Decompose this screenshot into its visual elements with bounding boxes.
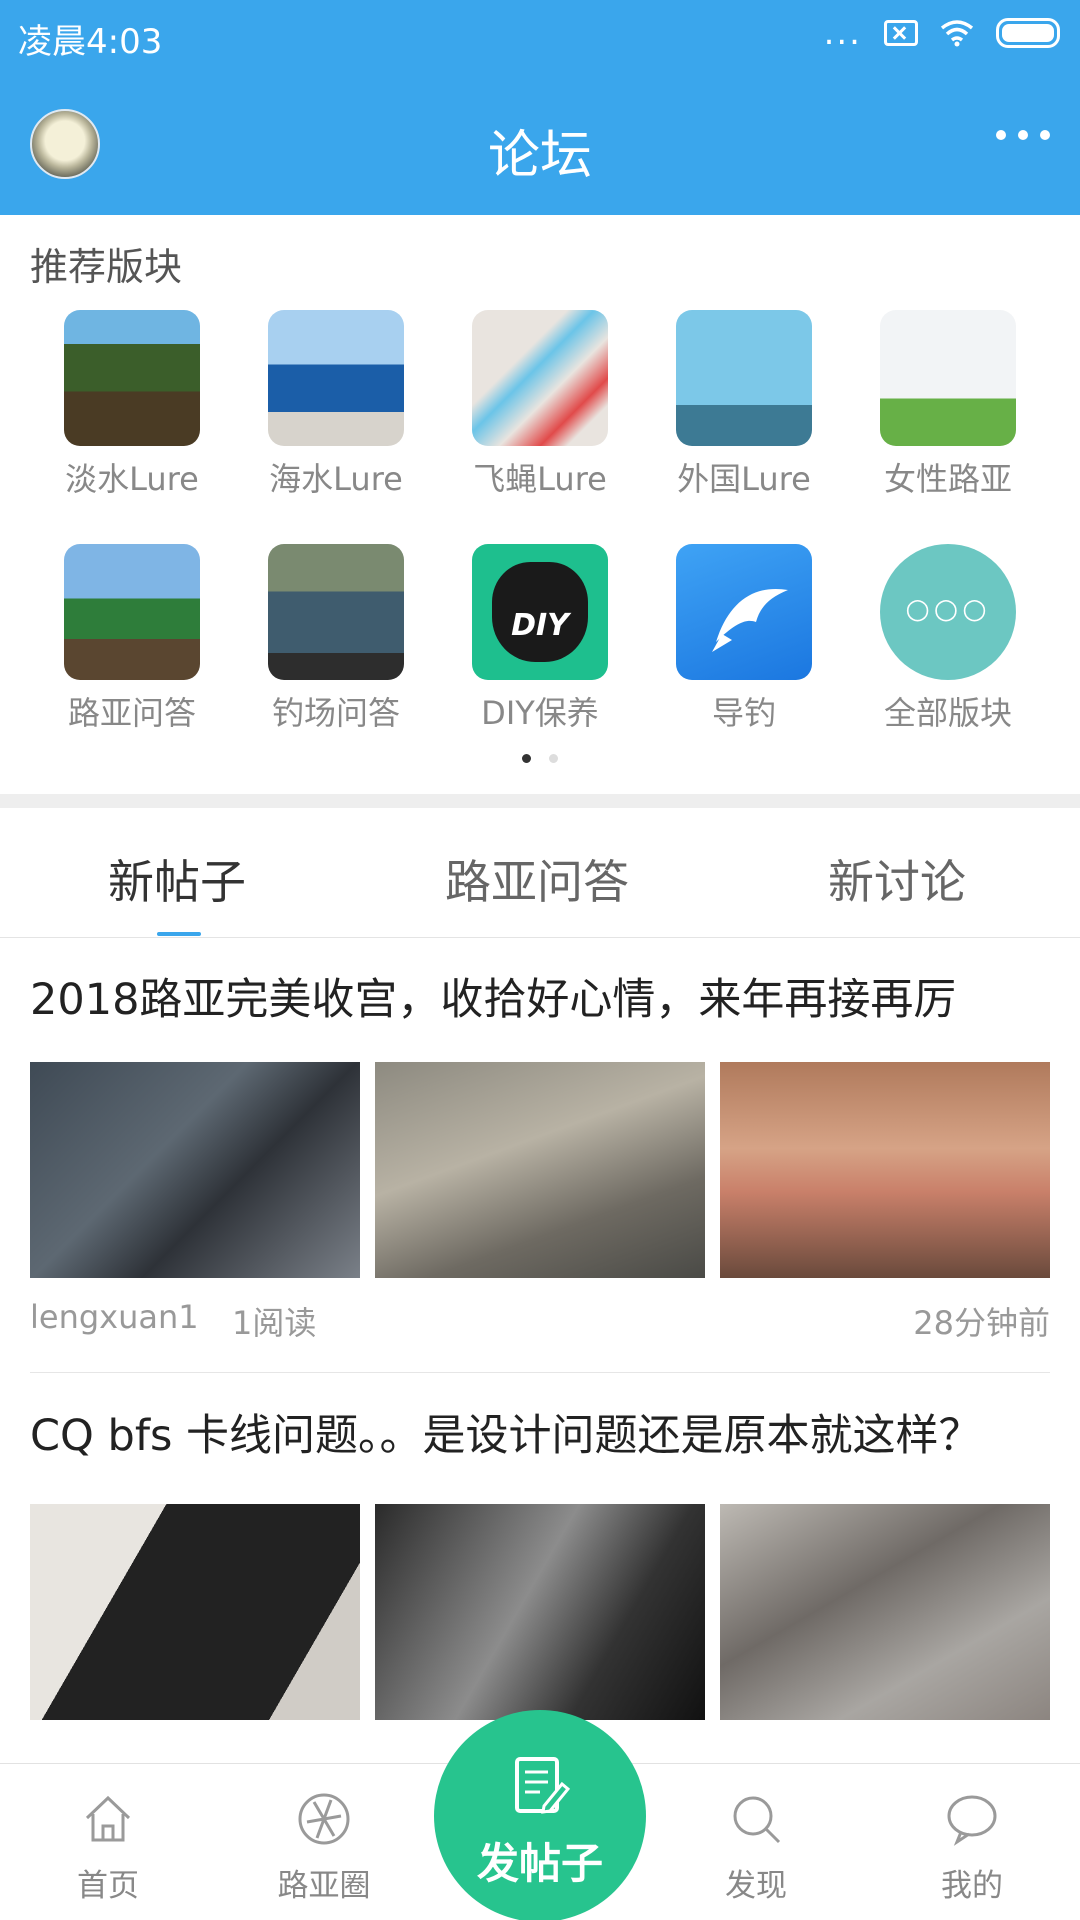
aperture-icon	[297, 1792, 351, 1846]
page-dot	[549, 754, 558, 763]
home-icon	[81, 1792, 135, 1846]
nav-label: 发现	[725, 1868, 787, 1904]
section-label: 外国Lure	[677, 460, 811, 498]
app-bar: 论坛	[0, 75, 1080, 215]
section-label: 海水Lure	[269, 460, 403, 498]
section-label: 钓场问答	[271, 694, 400, 732]
battery-icon	[996, 18, 1060, 48]
post-title[interactable]: CQ bfs 卡线问题。。是设计问题还是原本就这样？	[30, 1406, 1010, 1466]
nav-label: 首页	[77, 1868, 139, 1904]
section-thumbnail	[64, 310, 200, 446]
post-images	[30, 1504, 1050, 1720]
post-item[interactable]: 2018路亚完美收宫，收拾好心情，来年再接再厉 lengxuan1 1阅读 28…	[30, 970, 1050, 1342]
section-label: DIY保养	[481, 694, 599, 732]
edit-document-icon	[515, 1757, 570, 1814]
status-time: 凌晨4:03	[18, 22, 163, 62]
diy-paw-icon: DIY	[472, 544, 608, 680]
status-icons: ...	[823, 13, 1060, 53]
section-item-guide[interactable]: 导钓	[642, 544, 846, 734]
post-item[interactable]: CQ bfs 卡线问题。。是设计问题还是原本就这样？	[30, 1406, 1050, 1720]
dots-icon: ...	[823, 13, 862, 53]
section-item-lure-qa[interactable]: 路亚问答	[30, 544, 234, 734]
section-item-saltwater-lure[interactable]: 海水Lure	[234, 310, 438, 500]
nav-label: 路亚圈	[277, 1868, 371, 1904]
section-thumbnail	[880, 310, 1016, 446]
section-item-foreign-lure[interactable]: 外国Lure	[642, 310, 846, 500]
wifi-icon	[940, 20, 974, 47]
status-bar: 凌晨4:03 ...	[0, 0, 1080, 75]
nav-home[interactable]: 首页	[8, 1764, 208, 1920]
post-image[interactable]	[375, 1062, 705, 1278]
tab-indicator	[157, 932, 201, 936]
new-post-label: 发帖子	[476, 1839, 603, 1888]
page-dot-active	[522, 754, 531, 763]
nav-label: 我的	[941, 1868, 1003, 1904]
section-thumbnail	[676, 310, 812, 446]
section-thumbnail	[268, 310, 404, 446]
post-image[interactable]	[720, 1062, 1050, 1278]
post-tabs: 新帖子 路亚问答 新讨论	[0, 808, 1080, 938]
nav-discover[interactable]: 发现	[656, 1764, 856, 1920]
nav-lure-circle[interactable]: 路亚圈	[224, 1764, 424, 1920]
more-circle-icon: ○○○	[880, 544, 1016, 680]
recommended-section-title: 推荐版块	[30, 245, 183, 289]
section-label: 女性路亚	[883, 460, 1012, 498]
post-time: 28分钟前	[913, 1304, 1050, 1342]
no-sim-icon	[884, 20, 918, 46]
post-title[interactable]: 2018路亚完美收宫，收拾好心情，来年再接再厉	[30, 970, 1050, 1030]
section-item-women-lure[interactable]: 女性路亚	[846, 310, 1050, 500]
post-images	[30, 1062, 1050, 1278]
post-image[interactable]	[720, 1504, 1050, 1720]
section-item-all-sections[interactable]: ○○○ 全部版块	[846, 544, 1050, 734]
tab-lure-qa[interactable]: 路亚问答	[445, 846, 629, 912]
section-label: 导钓	[711, 694, 776, 732]
post-author[interactable]: lengxuan1	[30, 1298, 199, 1336]
more-options-icon[interactable]	[996, 125, 1050, 145]
post-image[interactable]	[30, 1062, 360, 1278]
page-title: 论坛	[487, 126, 592, 186]
post-image[interactable]	[30, 1504, 360, 1720]
section-thumbnail	[472, 310, 608, 446]
section-label: 飞蝇Lure	[473, 460, 607, 498]
post-meta: lengxuan1 1阅读 28分钟前	[30, 1298, 1050, 1342]
section-label: 路亚问答	[67, 694, 196, 732]
post-read-count: 1阅读	[232, 1304, 317, 1342]
section-thumbnail	[64, 544, 200, 680]
search-icon	[729, 1792, 783, 1846]
chat-bubble-icon	[945, 1792, 999, 1846]
section-item-freshwater-lure[interactable]: 淡水Lure	[30, 310, 234, 500]
nav-mine[interactable]: 我的	[872, 1764, 1072, 1920]
marlin-fish-icon	[676, 544, 812, 680]
section-label: 淡水Lure	[65, 460, 199, 498]
section-item-spot-qa[interactable]: 钓场问答	[234, 544, 438, 734]
new-post-button[interactable]: 发帖子	[434, 1710, 646, 1920]
section-item-fly-lure[interactable]: 飞蝇Lure	[438, 310, 642, 500]
tab-new-posts[interactable]: 新帖子	[108, 846, 246, 912]
post-divider	[30, 1372, 1050, 1373]
section-thumbnail	[268, 544, 404, 680]
post-image[interactable]	[375, 1504, 705, 1720]
tab-new-discussions[interactable]: 新讨论	[828, 846, 966, 912]
section-separator	[0, 794, 1080, 808]
section-item-diy-maintenance[interactable]: DIY DIY保养	[438, 544, 642, 734]
page-indicator	[0, 754, 1080, 763]
section-label: 全部版块	[883, 694, 1012, 732]
